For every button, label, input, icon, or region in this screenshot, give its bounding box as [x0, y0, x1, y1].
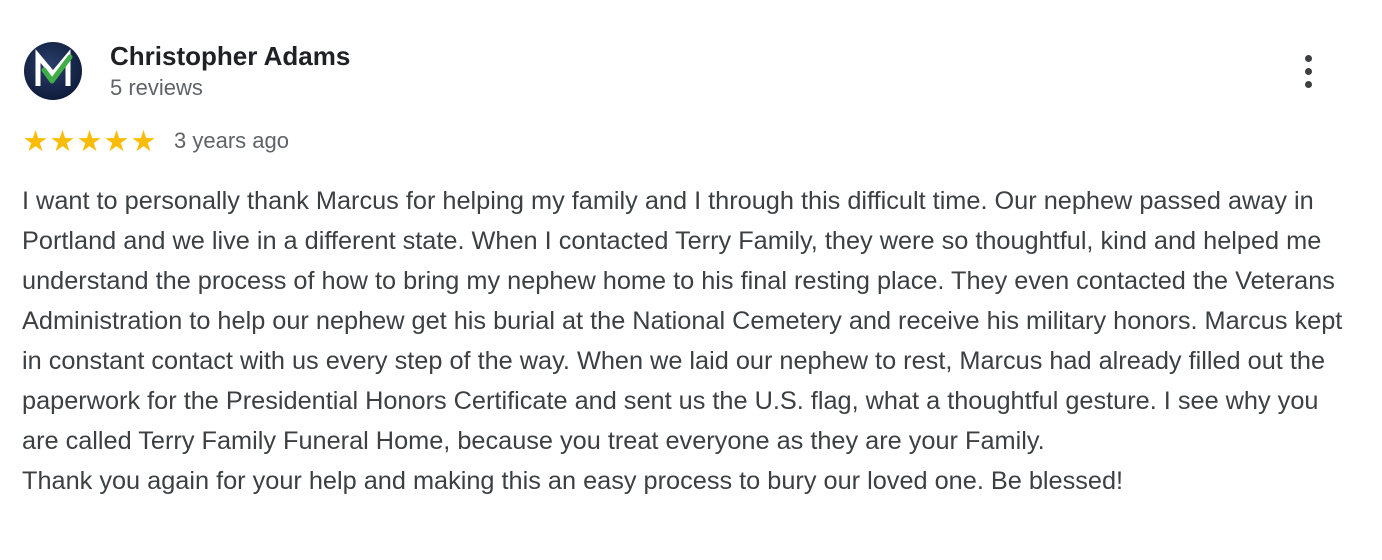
review-date: 3 years ago — [174, 128, 289, 153]
star-icon: ★ — [130, 124, 157, 158]
star-icon: ★ — [103, 124, 130, 158]
review-paragraph: Thank you again for your help and making… — [22, 467, 1124, 495]
avatar[interactable] — [22, 40, 84, 102]
more-vert-icon — [1304, 54, 1312, 62]
star-icon: ★ — [76, 124, 103, 158]
rating-row: ★ ★ ★ ★ ★ 3 years ago — [22, 125, 289, 157]
checkmark-logo-icon — [22, 40, 84, 102]
star-rating: ★ ★ ★ ★ ★ — [22, 125, 157, 157]
more-options-button[interactable] — [1290, 50, 1326, 92]
star-icon: ★ — [22, 124, 49, 158]
more-vert-icon — [1304, 67, 1312, 75]
star-icon: ★ — [49, 124, 76, 158]
review-card: Christopher Adams 5 reviews ★ ★ ★ ★ ★ 3 year… — [0, 0, 1382, 560]
more-vert-icon — [1304, 80, 1312, 88]
review-text: I want to personally thank Marcus for he… — [22, 181, 1362, 501]
author-name[interactable]: Christopher Adams — [110, 40, 350, 72]
review-count: 5 reviews — [110, 75, 203, 100]
review-paragraph: I want to personally thank Marcus for he… — [22, 187, 1343, 455]
